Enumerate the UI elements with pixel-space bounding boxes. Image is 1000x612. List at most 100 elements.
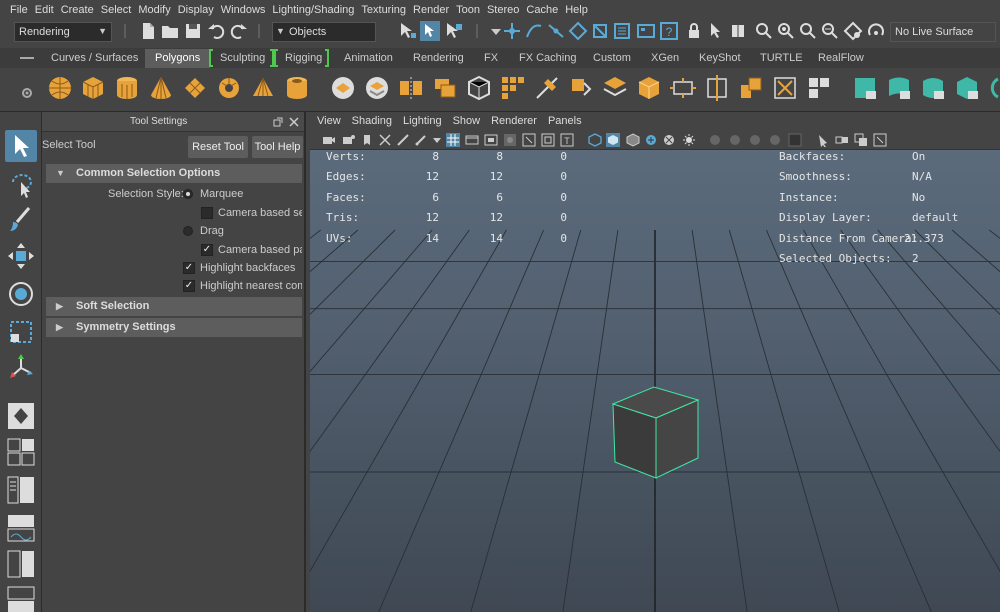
selection-mode-dropdown[interactable]: ▼ Objects [272, 22, 376, 42]
common-selection-options-section[interactable]: ▼ Common Selection Options [46, 164, 302, 183]
reset-tool-button[interactable]: Reset Tool [188, 136, 248, 158]
motion-blur-icon[interactable] [728, 133, 742, 147]
fill-hole-icon[interactable] [636, 75, 662, 101]
shelf-tab-fx[interactable]: FX [474, 49, 508, 68]
merge-icon[interactable] [738, 75, 764, 101]
shelf-tab-rigging[interactable]: Rigging [275, 49, 332, 68]
snap-point-icon[interactable] [546, 21, 566, 41]
shelf-tab-xgen[interactable]: XGen [641, 49, 689, 68]
insert-edge-loop-icon[interactable] [704, 75, 730, 101]
film-gate-icon[interactable] [465, 133, 479, 147]
screen-space-ao-icon[interactable] [708, 133, 722, 147]
menu-edit[interactable]: Edit [35, 4, 60, 16]
depth-of-field-icon[interactable] [768, 133, 782, 147]
bookmark-icon[interactable] [360, 133, 374, 147]
help-icon[interactable]: ? [659, 21, 679, 41]
camera-select-icon[interactable] [322, 133, 336, 147]
history-icon[interactable] [612, 21, 632, 41]
poly-cube-icon[interactable] [80, 75, 106, 101]
float-icon[interactable] [273, 117, 283, 127]
shelf-tab-curves-surfaces[interactable]: Curves / Surfaces [41, 49, 148, 68]
new-scene-icon[interactable] [138, 21, 158, 41]
shelf-tab-turtle[interactable]: TURTLE [750, 49, 813, 68]
snap-grid-icon[interactable] [502, 21, 522, 41]
viewport-menu-panels[interactable]: Panels [548, 115, 582, 127]
menu-display[interactable]: Display [178, 4, 220, 16]
menu-texturing[interactable]: Texturing [361, 4, 412, 16]
ipr-render-icon[interactable] [776, 21, 796, 41]
render-view-icon[interactable] [636, 21, 656, 41]
multi-cut-icon[interactable] [534, 75, 560, 101]
xray-joints-icon[interactable] [835, 133, 849, 147]
node-editor-layout-icon[interactable] [5, 584, 37, 612]
separate-icon[interactable] [364, 75, 390, 101]
menu-file[interactable]: File [10, 4, 34, 16]
undo-icon[interactable] [206, 21, 226, 41]
outliner-layout-icon[interactable] [5, 474, 37, 506]
select-tool-icon[interactable] [5, 130, 37, 162]
smooth-shade-icon[interactable] [606, 133, 620, 147]
field-chart-icon[interactable] [522, 133, 536, 147]
menu-create[interactable]: Create [61, 4, 100, 16]
reduce-icon[interactable] [466, 75, 492, 101]
planar-uv-icon[interactable] [852, 75, 878, 101]
snap-curve-icon[interactable] [524, 21, 544, 41]
poly-plane-icon[interactable] [182, 75, 208, 101]
menu-cache[interactable]: Cache [526, 4, 564, 16]
select-component-icon[interactable] [444, 21, 464, 41]
menu-lighting-shading[interactable]: Lighting/Shading [272, 4, 360, 16]
menu-render[interactable]: Render [413, 4, 455, 16]
spherical-uv-icon[interactable] [920, 75, 946, 101]
selected-cube[interactable] [610, 384, 702, 480]
redo-icon[interactable] [229, 21, 249, 41]
menu-help[interactable]: Help [565, 4, 594, 16]
viewport-menu-view[interactable]: View [317, 115, 341, 127]
highlight-backfaces-checkbox[interactable]: ✓ [183, 262, 195, 274]
marquee-radio[interactable] [183, 189, 193, 199]
poly-torus-icon[interactable] [216, 75, 242, 101]
mirror-icon[interactable] [398, 75, 424, 101]
automatic-uv-icon[interactable] [954, 75, 980, 101]
bridge-icon[interactable] [602, 75, 628, 101]
safe-action-icon[interactable] [541, 133, 555, 147]
viewport-menu-shading[interactable]: Shading [352, 115, 392, 127]
collapse-icon[interactable] [806, 75, 832, 101]
graph-layout-icon[interactable] [5, 512, 37, 544]
gear-icon[interactable] [20, 86, 34, 100]
combine-icon[interactable] [330, 75, 356, 101]
shelf-tab-custom[interactable]: Custom [583, 49, 641, 68]
wireframe-on-shaded-icon[interactable] [626, 133, 640, 147]
extrude-icon[interactable] [500, 75, 526, 101]
two-d-pan-icon[interactable] [396, 133, 410, 147]
select-object-icon[interactable] [420, 21, 440, 41]
universal-manipulator-icon[interactable] [5, 352, 37, 384]
shelf-tab-polygons[interactable]: Polygons [145, 49, 211, 68]
textured-icon[interactable] [644, 133, 658, 147]
shelf-tab-sculpting[interactable]: Sculpting [210, 49, 275, 68]
viewport-menu-lighting[interactable]: Lighting [403, 115, 442, 127]
shelf-tab-animation[interactable]: Animation [334, 49, 403, 68]
shelf-tab-fx-caching[interactable]: FX Caching [509, 49, 586, 68]
image-plane-icon[interactable] [378, 133, 392, 147]
poly-cylinder-icon[interactable] [114, 75, 140, 101]
resolution-gate-icon[interactable] [484, 133, 498, 147]
tool-help-button[interactable]: Tool Help [252, 136, 303, 158]
isolate-select-icon[interactable] [788, 133, 802, 147]
menu-modify[interactable]: Modify [138, 4, 176, 16]
snap-live-icon[interactable] [590, 21, 610, 41]
anti-aliasing-icon[interactable] [748, 133, 762, 147]
render-frame-icon[interactable] [754, 21, 774, 41]
shelf-tab-realflow[interactable]: RealFlow [808, 49, 874, 68]
poly-sphere-icon[interactable] [47, 75, 73, 101]
shadows-icon[interactable] [682, 133, 696, 147]
symmetry-settings-section[interactable]: ▶ Symmetry Settings [46, 318, 302, 337]
hypershade-layout-icon[interactable] [5, 548, 37, 580]
camera-based-paint-checkbox[interactable]: ✓ [201, 244, 213, 256]
symmetry-icon[interactable] [728, 21, 748, 41]
scale-tool-icon[interactable] [5, 316, 37, 348]
camera-based-selection-checkbox[interactable] [201, 207, 213, 219]
target-weld-icon[interactable] [772, 75, 798, 101]
close-icon[interactable] [289, 117, 299, 127]
drag-radio[interactable] [183, 226, 193, 236]
dropdown-arrow-icon[interactable] [430, 133, 444, 147]
